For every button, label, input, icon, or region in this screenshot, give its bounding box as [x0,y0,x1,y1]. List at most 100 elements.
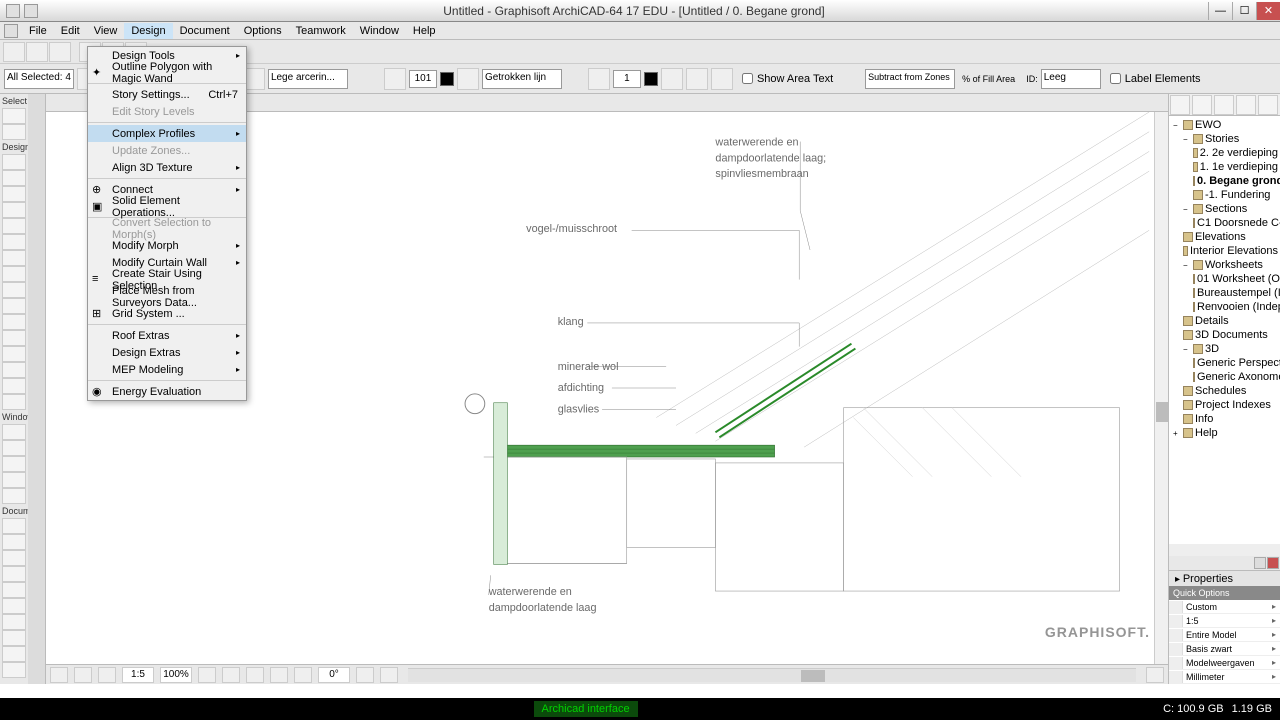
navigator-tree[interactable]: −EWO −Stories 2. 2e verdieping 1. 1e ver… [1169,116,1280,544]
nav-tab-3[interactable] [1214,95,1234,115]
menu-options[interactable]: Options [237,23,289,39]
tool-zone[interactable] [2,266,26,282]
close-btn[interactable]: ✕ [1256,2,1280,20]
label-elements-checkbox[interactable]: Label Elements [1104,73,1207,85]
tb-save[interactable] [49,42,71,62]
tool-win5[interactable] [2,488,26,504]
tool-dim[interactable] [2,518,26,534]
qopt-row[interactable]: Modelweergaven▸ [1169,656,1280,670]
qopt-row[interactable]: Basis zwart▸ [1169,642,1280,656]
tb-open[interactable] [26,42,48,62]
fill-swatch[interactable] [644,72,658,86]
sb-btn[interactable] [222,667,240,683]
menu-edit[interactable]: Edit [54,23,87,39]
tool-mesh[interactable] [2,250,26,266]
nav-hscroll[interactable] [1169,544,1280,556]
nav-tab-5[interactable] [1258,95,1278,115]
tb-new[interactable] [3,42,25,62]
menu-mep[interactable]: MEP Modeling [88,361,246,378]
doc-icon[interactable] [4,24,18,38]
tb-opt3[interactable] [711,68,733,90]
menu-view[interactable]: View [87,23,125,39]
sb-btn[interactable] [198,667,216,683]
properties-toggle[interactable]: ▸ Properties [1169,570,1280,586]
sb-btn[interactable] [50,667,68,683]
nav-tab-2[interactable] [1192,95,1212,115]
tool-curtain[interactable] [2,282,26,298]
zoom-ratio[interactable]: 1:5 [122,667,154,683]
tool-draw[interactable] [2,646,26,662]
sb-btn[interactable] [356,667,374,683]
tool-window[interactable] [2,378,26,394]
qopt-row[interactable]: Entire Model▸ [1169,628,1280,642]
pen-number[interactable]: 101 [409,70,437,88]
panel-close-btn[interactable] [1267,557,1279,569]
tool-object[interactable] [2,314,26,330]
tool-poly[interactable] [2,630,26,646]
menu-align-3d[interactable]: Align 3D Texture [88,159,246,176]
tool-shell[interactable] [2,234,26,250]
menu-teamwork[interactable]: Teamwork [289,23,353,39]
menu-energy[interactable]: ◉Energy Evaluation [88,383,246,400]
tool-fig[interactable] [2,662,26,678]
tool-roof[interactable] [2,218,26,234]
pen-icon[interactable] [384,68,406,90]
menu-help[interactable]: Help [406,23,443,39]
subtract-select[interactable]: Subtract from Zones [865,69,955,89]
menu-place-mesh[interactable]: Place Mesh from Surveyors Data... [88,288,246,305]
num-field[interactable]: 1 [613,70,641,88]
tool-stair[interactable] [2,346,26,362]
tb-opt1[interactable] [661,68,683,90]
menu-story-settings[interactable]: Story Settings...Ctrl+7 [88,86,246,103]
tool-door[interactable] [2,362,26,378]
menu-design[interactable]: Design [124,23,172,39]
id-field[interactable]: Leeg [1041,69,1101,89]
sb-btn[interactable] [380,667,398,683]
show-area-checkbox[interactable]: Show Area Text [736,73,839,85]
menu-outline-polygon[interactable]: ✦Outline Polygon with Magic Wand [88,64,246,81]
sb-btn[interactable] [246,667,264,683]
nav-tab-4[interactable] [1236,95,1256,115]
sb-btn[interactable] [294,667,312,683]
horizontal-scrollbar[interactable] [408,668,1136,682]
qopt-row[interactable]: 1:5▸ [1169,614,1280,628]
layer-select[interactable]: Lege arcerin... [268,69,348,89]
menu-design-extras[interactable]: Design Extras [88,344,246,361]
tool-arrow[interactable] [2,108,26,124]
sb-btn[interactable] [74,667,92,683]
tool-arc[interactable] [2,614,26,630]
menu-file[interactable]: File [22,23,54,39]
selection-info[interactable]: All Selected: 4 [4,69,74,89]
menu-solid-ops[interactable]: ▣Solid Element Operations... [88,198,246,215]
tool-win2[interactable] [2,440,26,456]
tool-win3[interactable] [2,456,26,472]
zoom-pct[interactable]: 100% [160,667,192,683]
sb-btn[interactable] [98,667,116,683]
qopt-row[interactable]: Custom▸ [1169,600,1280,614]
pen-color[interactable] [440,72,454,86]
linetype-select[interactable]: Getrokken lijn [482,69,562,89]
tool-win4[interactable] [2,472,26,488]
minimize-btn[interactable]: — [1208,2,1232,20]
tool-label[interactable] [2,566,26,582]
tool-fill[interactable] [2,582,26,598]
tool-beam[interactable] [2,186,26,202]
menu-document[interactable]: Document [173,23,237,39]
tool-win1[interactable] [2,424,26,440]
sb-btn[interactable] [1146,667,1164,683]
tool-lamp[interactable] [2,330,26,346]
qopt-row[interactable]: Millimeter▸ [1169,670,1280,684]
tb-opt2[interactable] [686,68,708,90]
tool-column[interactable] [2,170,26,186]
tool-text[interactable] [2,550,26,566]
menu-grid-system[interactable]: ⊞Grid System ... [88,305,246,322]
panel-btn[interactable] [1254,557,1266,569]
menu-complex-profiles[interactable]: Complex Profiles [88,125,246,142]
vertical-scrollbar[interactable] [1154,112,1168,664]
tool-skylight[interactable] [2,394,26,410]
tool-level[interactable] [2,534,26,550]
maximize-btn[interactable]: ☐ [1232,2,1256,20]
linetype-icon[interactable] [457,68,479,90]
menu-modify-morph[interactable]: Modify Morph [88,237,246,254]
angle[interactable]: 0° [318,667,350,683]
